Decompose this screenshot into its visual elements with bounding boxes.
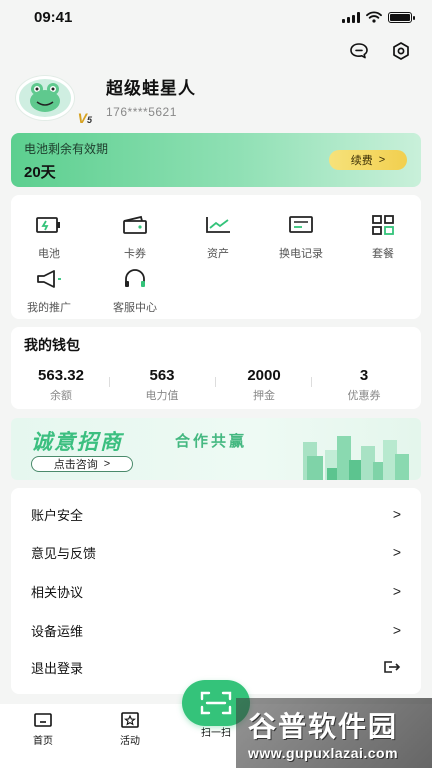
message-icon[interactable] xyxy=(348,40,370,62)
vip-badge: V5 xyxy=(77,110,92,126)
package-grid-icon xyxy=(372,215,394,235)
top-actions xyxy=(348,40,412,62)
chevron-right-icon: > xyxy=(392,622,401,638)
list-item-device-maintenance[interactable]: 设备运维 > xyxy=(11,611,421,649)
phone-number: 176****5621 xyxy=(106,104,177,119)
chevron-right-icon: > xyxy=(103,458,111,470)
megaphone-icon xyxy=(37,270,61,288)
chevron-right-icon: > xyxy=(392,583,401,599)
logout-icon xyxy=(384,661,401,673)
list-item-agreements[interactable]: 相关协议 > xyxy=(11,572,421,610)
avatar[interactable]: V5 xyxy=(16,76,92,126)
list-item-account-security[interactable]: 账户安全 > xyxy=(11,495,421,533)
banner-subtitle: 合作共赢 xyxy=(175,433,248,450)
profile-section[interactable]: V5 超级蛙星人 176****5621 xyxy=(16,76,196,126)
username: 超级蛙星人 xyxy=(106,78,196,98)
menu-item-assets[interactable]: 资产 xyxy=(188,213,248,261)
battery-validity-card: 电池剩余有效期 20天 续费 > xyxy=(11,133,421,187)
menu-item-promotion[interactable]: 我的推广 xyxy=(19,267,79,315)
city-skyline-illustration xyxy=(303,436,409,480)
menu-item-packages[interactable]: 套餐 xyxy=(353,213,413,261)
wallet-icon xyxy=(123,215,147,234)
recruitment-banner[interactable]: 诚意招商 合作共赢 点击咨询 > xyxy=(11,418,421,480)
consult-button[interactable]: 点击咨询 > xyxy=(31,456,133,472)
settings-icon[interactable] xyxy=(390,40,412,62)
chevron-right-icon: > xyxy=(392,544,401,560)
battery-icon xyxy=(36,217,60,233)
menu-item-customer-service[interactable]: 客服中心 xyxy=(105,267,165,315)
chevron-right-icon: > xyxy=(378,154,386,166)
settings-list: 账户安全 > 意见与反馈 > 相关协议 > 设备运维 > 退出登录 xyxy=(11,488,421,694)
home-icon xyxy=(34,713,52,727)
list-item-feedback[interactable]: 意见与反馈 > xyxy=(11,533,421,571)
menu-item-coupons[interactable]: 卡券 xyxy=(105,213,165,261)
wallet-stat-power[interactable]: 563 电力值 xyxy=(114,367,210,403)
watermark-url: www.gupuxlazai.com xyxy=(248,745,399,761)
status-time: 09:41 xyxy=(34,8,73,26)
watermark-title: 谷普软件园 xyxy=(248,711,399,742)
function-menu: 电池 卡券 资产 换电记录 套餐 我的推广 客服中心 xyxy=(11,195,421,319)
wallet-title: 我的钱包 xyxy=(24,337,80,353)
tab-home[interactable]: 首页 xyxy=(13,710,73,747)
signal-icon xyxy=(342,11,360,23)
record-icon xyxy=(289,216,313,233)
status-icons xyxy=(342,11,415,23)
asset-chart-icon xyxy=(206,217,230,233)
renew-label: 续费 xyxy=(350,155,373,167)
wallet-card: 我的钱包 563.32 余额 563 电力值 2000 押金 3 优惠券 xyxy=(11,327,421,409)
headset-icon xyxy=(125,269,145,287)
tab-activity[interactable]: 活动 xyxy=(100,710,160,747)
wallet-stat-balance[interactable]: 563.32 余额 xyxy=(13,367,109,403)
banner-title: 诚意招商 xyxy=(31,431,123,454)
battery-status-icon xyxy=(388,11,415,23)
divider xyxy=(109,377,110,387)
menu-item-battery[interactable]: 电池 xyxy=(19,213,79,261)
wifi-icon xyxy=(366,11,382,23)
wallet-stat-deposit[interactable]: 2000 押金 xyxy=(216,367,312,403)
watermark: 谷普软件园 www.gupuxlazai.com xyxy=(236,698,432,768)
status-bar: 09:41 xyxy=(0,0,432,34)
renew-button[interactable]: 续费 > xyxy=(329,150,407,170)
menu-item-swap-records[interactable]: 换电记录 xyxy=(271,213,331,261)
frog-avatar-icon xyxy=(30,83,60,112)
chevron-right-icon: > xyxy=(392,506,401,522)
star-box-icon xyxy=(121,712,139,728)
wallet-stat-coupons[interactable]: 3 优惠券 xyxy=(316,367,412,403)
divider xyxy=(311,377,312,387)
scan-icon xyxy=(200,691,232,715)
